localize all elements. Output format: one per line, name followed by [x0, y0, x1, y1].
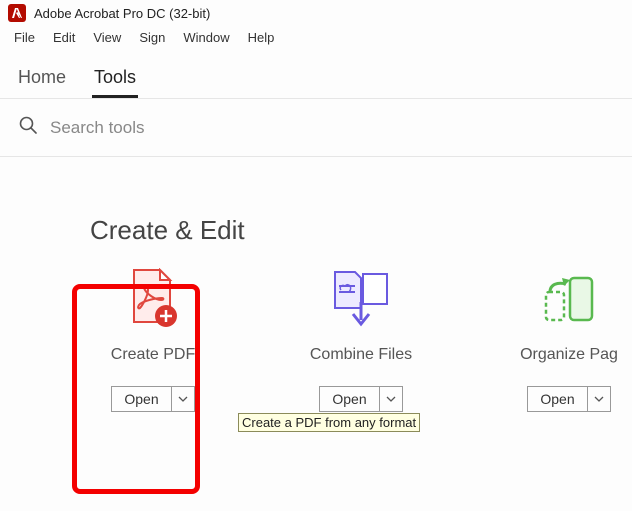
- search-icon: [18, 115, 38, 140]
- menu-edit[interactable]: Edit: [45, 28, 83, 47]
- card-combine-label: Combine Files: [310, 346, 412, 364]
- card-combine-files[interactable]: Combine Files Open: [298, 262, 424, 412]
- menu-help[interactable]: Help: [240, 28, 283, 47]
- tabbar: Home Tools: [0, 53, 632, 99]
- open-group-combine: Open: [319, 386, 402, 412]
- tab-tools[interactable]: Tools: [92, 61, 138, 98]
- app-icon: [8, 4, 26, 22]
- menu-window[interactable]: Window: [175, 28, 237, 47]
- card-organize-pages[interactable]: Organize Pag Open: [506, 262, 632, 412]
- open-button-create[interactable]: Open: [111, 386, 171, 412]
- tab-home[interactable]: Home: [16, 61, 68, 98]
- menu-file[interactable]: File: [6, 28, 43, 47]
- app-title: Adobe Acrobat Pro DC (32-bit): [34, 6, 210, 21]
- organize-pages-icon: [540, 262, 598, 334]
- combine-files-icon: [329, 262, 393, 334]
- menubar: File Edit View Sign Window Help: [0, 24, 632, 53]
- titlebar: Adobe Acrobat Pro DC (32-bit): [0, 0, 632, 24]
- create-pdf-icon: [126, 262, 180, 334]
- menu-view[interactable]: View: [85, 28, 129, 47]
- open-button-organize[interactable]: Open: [527, 386, 587, 412]
- open-caret-combine[interactable]: [380, 386, 403, 412]
- open-caret-organize[interactable]: [588, 386, 611, 412]
- card-create-pdf[interactable]: Create PDF Open: [90, 262, 216, 412]
- card-organize-label: Organize Pag: [520, 346, 618, 364]
- section-title: Create & Edit: [0, 157, 632, 262]
- searchbar: [0, 99, 632, 157]
- cards-row: Create PDF Open Combine Files Open: [0, 262, 632, 412]
- open-group-create: Open: [111, 386, 194, 412]
- open-caret-create[interactable]: [172, 386, 195, 412]
- menu-sign[interactable]: Sign: [131, 28, 173, 47]
- open-button-combine[interactable]: Open: [319, 386, 379, 412]
- card-create-label: Create PDF: [111, 346, 195, 364]
- search-input[interactable]: [50, 118, 450, 138]
- open-group-organize: Open: [527, 386, 610, 412]
- tooltip: Create a PDF from any format: [238, 413, 420, 432]
